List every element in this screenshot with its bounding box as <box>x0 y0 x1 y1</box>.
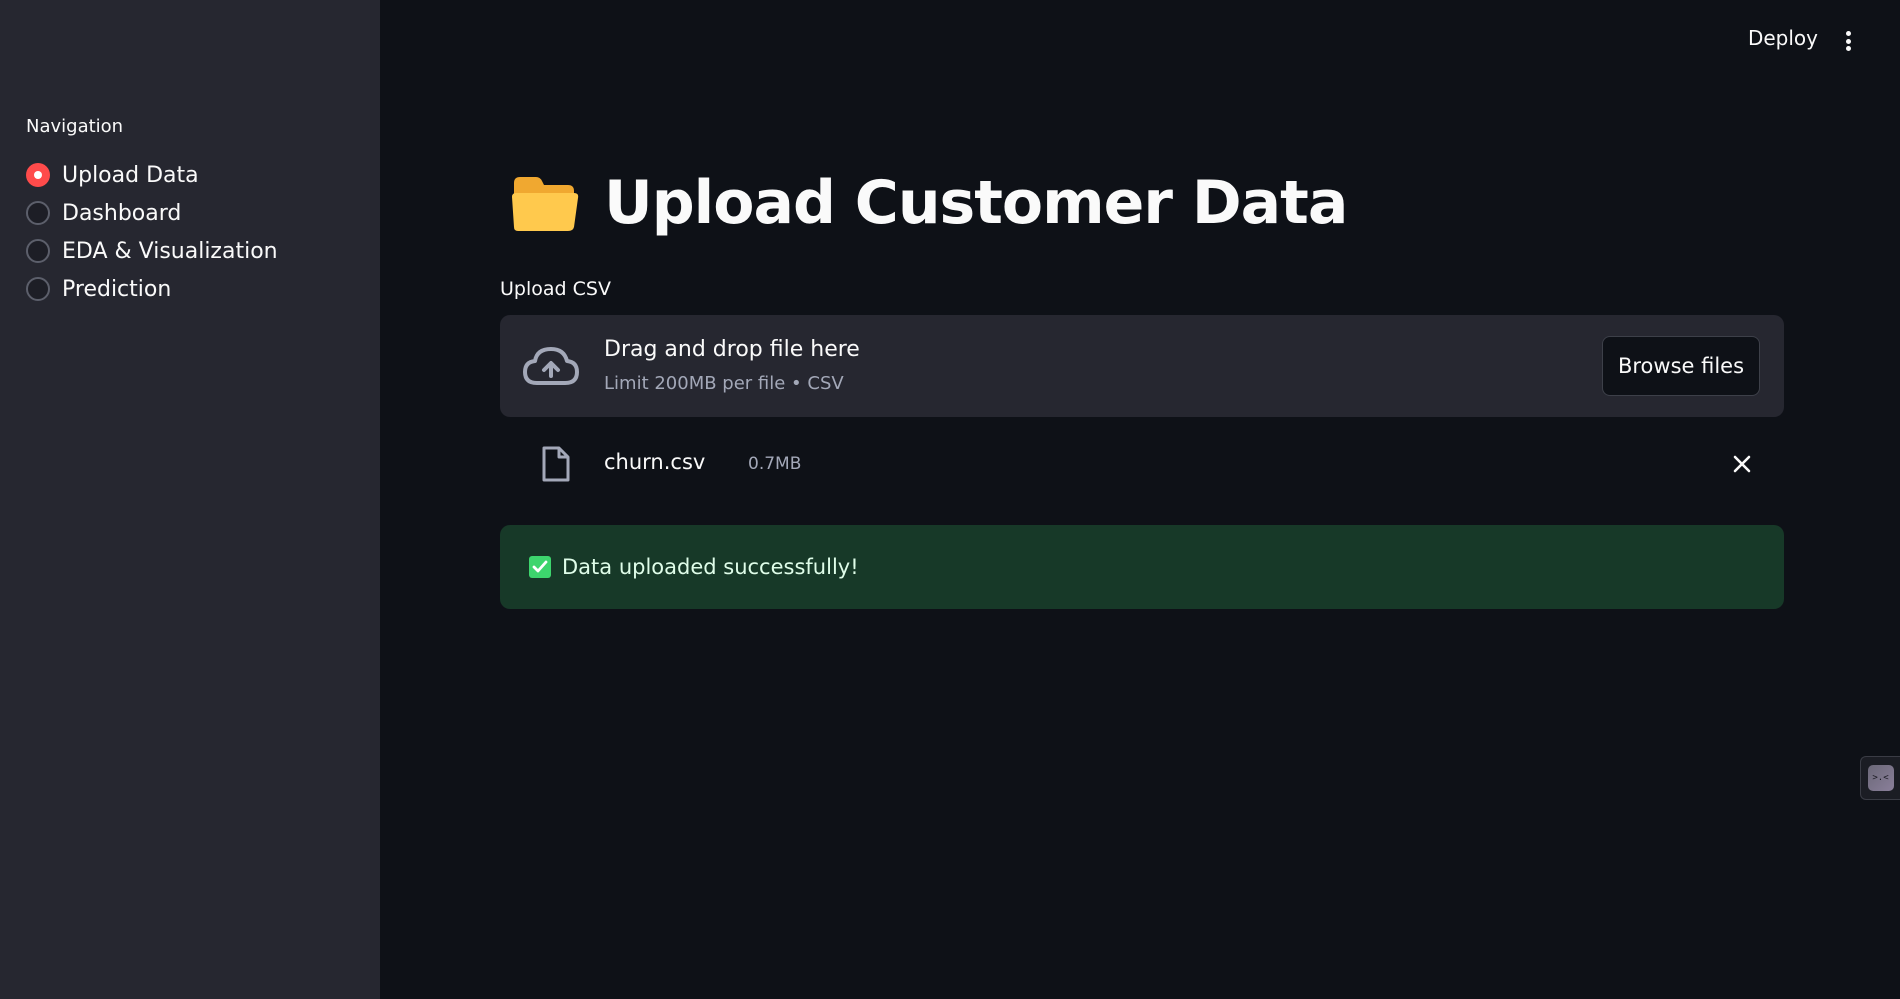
file-dropzone[interactable]: Drag and drop file here Limit 200MB per … <box>500 315 1784 417</box>
folder-icon <box>512 177 579 231</box>
radio-unselected-icon[interactable] <box>26 201 50 225</box>
nav-item-label: Upload Data <box>62 162 199 188</box>
deploy-button[interactable]: Deploy <box>1748 26 1818 50</box>
success-alert: Data uploaded successfully! <box>500 525 1784 609</box>
radio-unselected-icon[interactable] <box>26 239 50 263</box>
close-icon[interactable] <box>1730 452 1754 476</box>
nav-item-prediction[interactable]: Prediction <box>26 270 278 308</box>
upload-limit-text: Limit 200MB per file • CSV <box>604 373 844 394</box>
nav-title: Navigation <box>26 116 124 137</box>
vertical-dots-icon[interactable] <box>1836 28 1860 54</box>
nav-item-upload-data[interactable]: Upload Data <box>26 156 278 194</box>
page-title: Upload Customer Data <box>510 168 1348 238</box>
nav-radio-group: Upload Data Dashboard EDA & Visualizatio… <box>26 156 278 308</box>
nav-item-eda-visualization[interactable]: EDA & Visualization <box>26 232 278 270</box>
uploaded-file-row: churn.csv 0.7MB <box>500 440 1784 490</box>
nav-item-label: Dashboard <box>62 200 182 226</box>
file-icon <box>542 446 570 482</box>
upload-label: Upload CSV <box>500 278 611 300</box>
success-message: Data uploaded successfully! <box>562 555 859 579</box>
main-content: Deploy Upload Customer Data Upload CSV D… <box>380 0 1900 999</box>
nav-item-label: Prediction <box>62 276 172 302</box>
radio-unselected-icon[interactable] <box>26 277 50 301</box>
browse-files-button[interactable]: Browse files <box>1602 336 1760 396</box>
check-icon <box>529 556 551 578</box>
widget-face-icon: >.< <box>1867 765 1894 791</box>
nav-item-dashboard[interactable]: Dashboard <box>26 194 278 232</box>
side-widget-icon[interactable]: >.< <box>1860 756 1900 800</box>
nav-item-label: EDA & Visualization <box>62 238 278 264</box>
file-size: 0.7MB <box>748 454 802 474</box>
drop-instruction: Drag and drop file here <box>604 337 860 362</box>
radio-selected-icon[interactable] <box>26 163 50 187</box>
page-title-text: Upload Customer Data <box>604 168 1348 238</box>
file-name: churn.csv <box>604 450 706 474</box>
sidebar: Navigation Upload Data Dashboard EDA & V… <box>0 0 380 999</box>
cloud-upload-icon <box>523 347 579 385</box>
